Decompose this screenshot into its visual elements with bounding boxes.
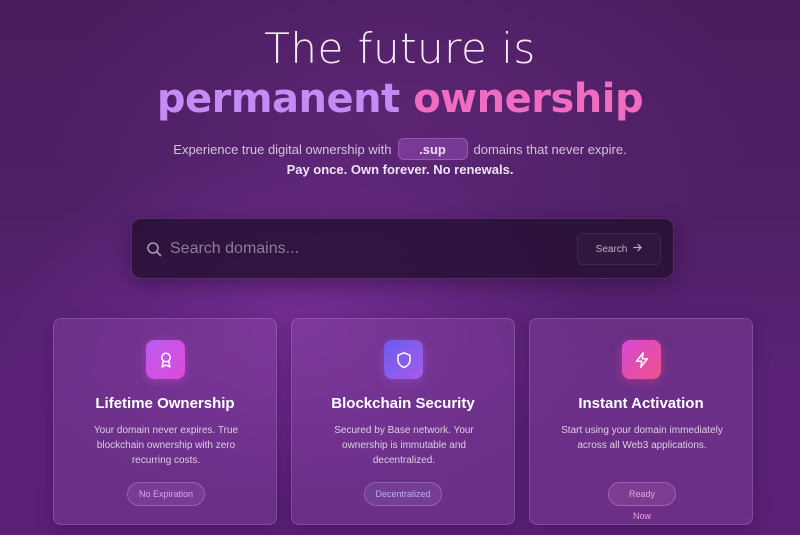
feature-badge: Decentralized: [364, 482, 442, 506]
hero-subtitle-after: domains that never expire.: [473, 141, 627, 157]
hero-heading-line1: The future is: [264, 24, 536, 73]
feature-card-lifetime-ownership: Lifetime Ownership Your domain never exp…: [53, 318, 277, 525]
tld-badge: .sup: [397, 138, 468, 160]
feature-title: Blockchain Security: [331, 395, 475, 412]
feature-title: Instant Activation: [578, 395, 704, 412]
hero-heading-line2: permanent ownership: [0, 76, 800, 122]
hero-subtitle: Experience true digital ownership with .…: [0, 138, 800, 160]
arrow-right-icon: [633, 243, 643, 255]
search-bar: Search: [131, 218, 674, 279]
hero-subtitle-before: Experience true digital ownership with: [173, 141, 392, 157]
feature-badge: No Expiration: [127, 482, 205, 506]
feature-card-instant-activation: Instant Activation Start using your doma…: [529, 318, 753, 525]
award-icon: [146, 340, 185, 379]
feature-badge: Ready Now: [608, 482, 676, 521]
shield-icon: [384, 340, 423, 379]
search-button-label: Search: [595, 243, 628, 255]
hero-heading-permanent: permanent: [156, 76, 400, 122]
search-input[interactable]: [170, 235, 560, 263]
search-icon: [146, 241, 162, 257]
feature-description: Your domain never expires. True blockcha…: [93, 425, 239, 466]
feature-description: Secured by Base network. Your ownership …: [334, 425, 474, 466]
lightning-icon: [622, 340, 661, 379]
feature-description: Start using your domain immediately acro…: [561, 425, 723, 451]
feature-card-blockchain-security: Blockchain Security Secured by Base netw…: [291, 318, 515, 525]
hero-heading-ownership: ownership: [413, 76, 644, 122]
feature-title: Lifetime Ownership: [95, 395, 235, 412]
hero-tagline: Pay once. Own forever. No renewals.: [286, 162, 514, 177]
search-button[interactable]: Search: [577, 233, 661, 265]
